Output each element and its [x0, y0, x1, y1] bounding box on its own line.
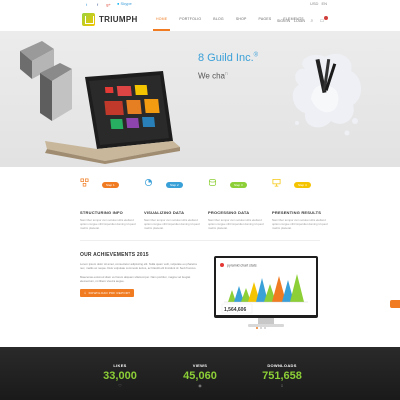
feature-desc: Nam liber tempor cum soluta nobis eleife… [144, 218, 200, 230]
feature-desc: Nam liber tempor cum soluta nobis eleife… [272, 218, 328, 230]
nav-home[interactable]: HOME [150, 9, 173, 31]
feature-card: Step 3 PROCESSING DATA Nam liber tempor … [208, 178, 266, 238]
account-area: SIGN IN LOGIN ⌕ ▭ 0 [277, 16, 328, 24]
stat-likes: LIKES 33,000 ♡ [80, 347, 160, 388]
header: TRIUMPH HOME PORTFOLIO BLOG SHOP PAGES E… [0, 9, 400, 31]
download-icon: ⇩ [280, 383, 284, 388]
slider-dot[interactable] [260, 327, 262, 329]
nav-shop[interactable]: SHOP [230, 9, 253, 31]
skype-link[interactable]: ● Skype [117, 1, 132, 7]
visualize-icon [144, 178, 153, 187]
logo-icon [82, 13, 95, 26]
stat-views: VIEWS 45,060 ◉ [160, 347, 240, 388]
heart-icon: ♡ [118, 383, 122, 388]
download-report-button[interactable]: ⇩ DOWNLOAD PDF REPORT [80, 289, 134, 297]
feature-tag: Step 3 [230, 182, 247, 188]
monitor-image: pyramid chart stats 1,564,606 [214, 256, 318, 327]
currency-selector[interactable]: USD [310, 1, 318, 7]
sign-in-link[interactable]: SIGN IN [277, 19, 290, 23]
structure-icon [80, 178, 89, 187]
nav-pages[interactable]: PAGES [253, 9, 278, 31]
login-link[interactable]: LOGIN [294, 19, 305, 23]
google-plus-icon[interactable]: g+ [106, 2, 111, 7]
stat-value: 45,060 [183, 370, 217, 382]
presenting-icon [272, 178, 281, 187]
feature-card: Step 1 STRUCTURING INFO Nam liber tempor… [80, 178, 138, 238]
feature-desc: Nam liber tempor cum soluta nobis eleife… [208, 218, 264, 230]
feature-title: PROCESSING DATA [208, 210, 250, 215]
scroll-arrow-button[interactable] [390, 300, 400, 308]
cart-icon[interactable]: ▭ 0 [319, 16, 328, 24]
nav-portfolio[interactable]: PORTFOLIO [173, 9, 207, 31]
processing-icon [208, 178, 217, 186]
stat-value: 33,000 [103, 370, 137, 382]
feature-title: PRESENTING RESULTS [272, 210, 322, 215]
logo[interactable]: TRIUMPH [82, 13, 138, 26]
stats-section: LIKES 33,000 ♡ VIEWS 45,060 ◉ DOWNLOADS … [0, 347, 400, 400]
nav-blog[interactable]: BLOG [207, 9, 230, 31]
feature-desc: Nam liber tempor cum soluta nobis eleife… [80, 218, 136, 230]
feature-tag: Step 4 [294, 182, 311, 188]
hero-title: 8 Guild Inc.® [198, 52, 259, 64]
achievements-title: OUR ACHIEVEMENTS 2015 [80, 252, 149, 258]
top-bar: t f g+ ● Skype USD EN [0, 0, 400, 9]
eye-icon: ◉ [198, 383, 202, 388]
skype-label: Skype [120, 1, 132, 6]
stat-label: VIEWS [192, 363, 208, 368]
laptop-image [45, 71, 180, 164]
achievements-text-2: Maecenas euismod diam vel lorem aliquam … [80, 275, 191, 283]
social-links: t f g+ ● Skype [84, 1, 132, 7]
feature-card: Step 4 PRESENTING RESULTS Nam liber temp… [272, 178, 330, 238]
stat-value: 751,658 [262, 370, 302, 382]
logo-text: TRIUMPH [99, 15, 138, 24]
search-icon[interactable]: ⌕ [309, 18, 315, 24]
feature-card: Step 2 VISUALIZING DATA Nam liber tempor… [144, 178, 202, 238]
facebook-icon[interactable]: f [95, 2, 100, 7]
hero-slider: 8 Guild Inc.® We chan [0, 31, 400, 167]
achievements-text: Lorem ipsum dolor sit amet, consectetur … [80, 262, 197, 270]
feature-title: STRUCTURING INFO [80, 210, 123, 215]
slider-dot[interactable] [256, 327, 258, 329]
feature-tag: Step 1 [102, 182, 119, 188]
download-icon: ⇩ [83, 291, 87, 295]
language-selector[interactable]: EN [321, 1, 327, 7]
feature-title: VISUALIZING DATA [144, 210, 185, 215]
section-divider [80, 240, 320, 241]
currency-language: USD EN [310, 1, 327, 7]
features-row: Step 1 STRUCTURING INFO Nam liber tempor… [80, 178, 330, 238]
monitor-number: 1,564,606 [224, 307, 246, 313]
achievements-section: OUR ACHIEVEMENTS 2015 Lorem ipsum dolor … [80, 252, 200, 297]
stat-label: DOWNLOADS [267, 363, 297, 368]
twitter-icon[interactable]: t [84, 2, 89, 7]
slider-dots [256, 327, 266, 329]
stat-downloads: DOWNLOADS 751,658 ⇩ [242, 347, 322, 388]
stat-label: LIKES [113, 363, 127, 368]
cart-badge: 0 [323, 16, 328, 20]
monitor-chart-title: pyramid chart stats [227, 264, 257, 268]
feature-tag: Step 2 [166, 182, 183, 188]
slider-dot[interactable] [264, 327, 266, 329]
download-report-label: DOWNLOAD PDF REPORT [88, 291, 131, 295]
skype-icon: ● [117, 1, 120, 6]
hero-subtitle: We chan [198, 71, 228, 81]
splash-hand-image [292, 53, 362, 136]
